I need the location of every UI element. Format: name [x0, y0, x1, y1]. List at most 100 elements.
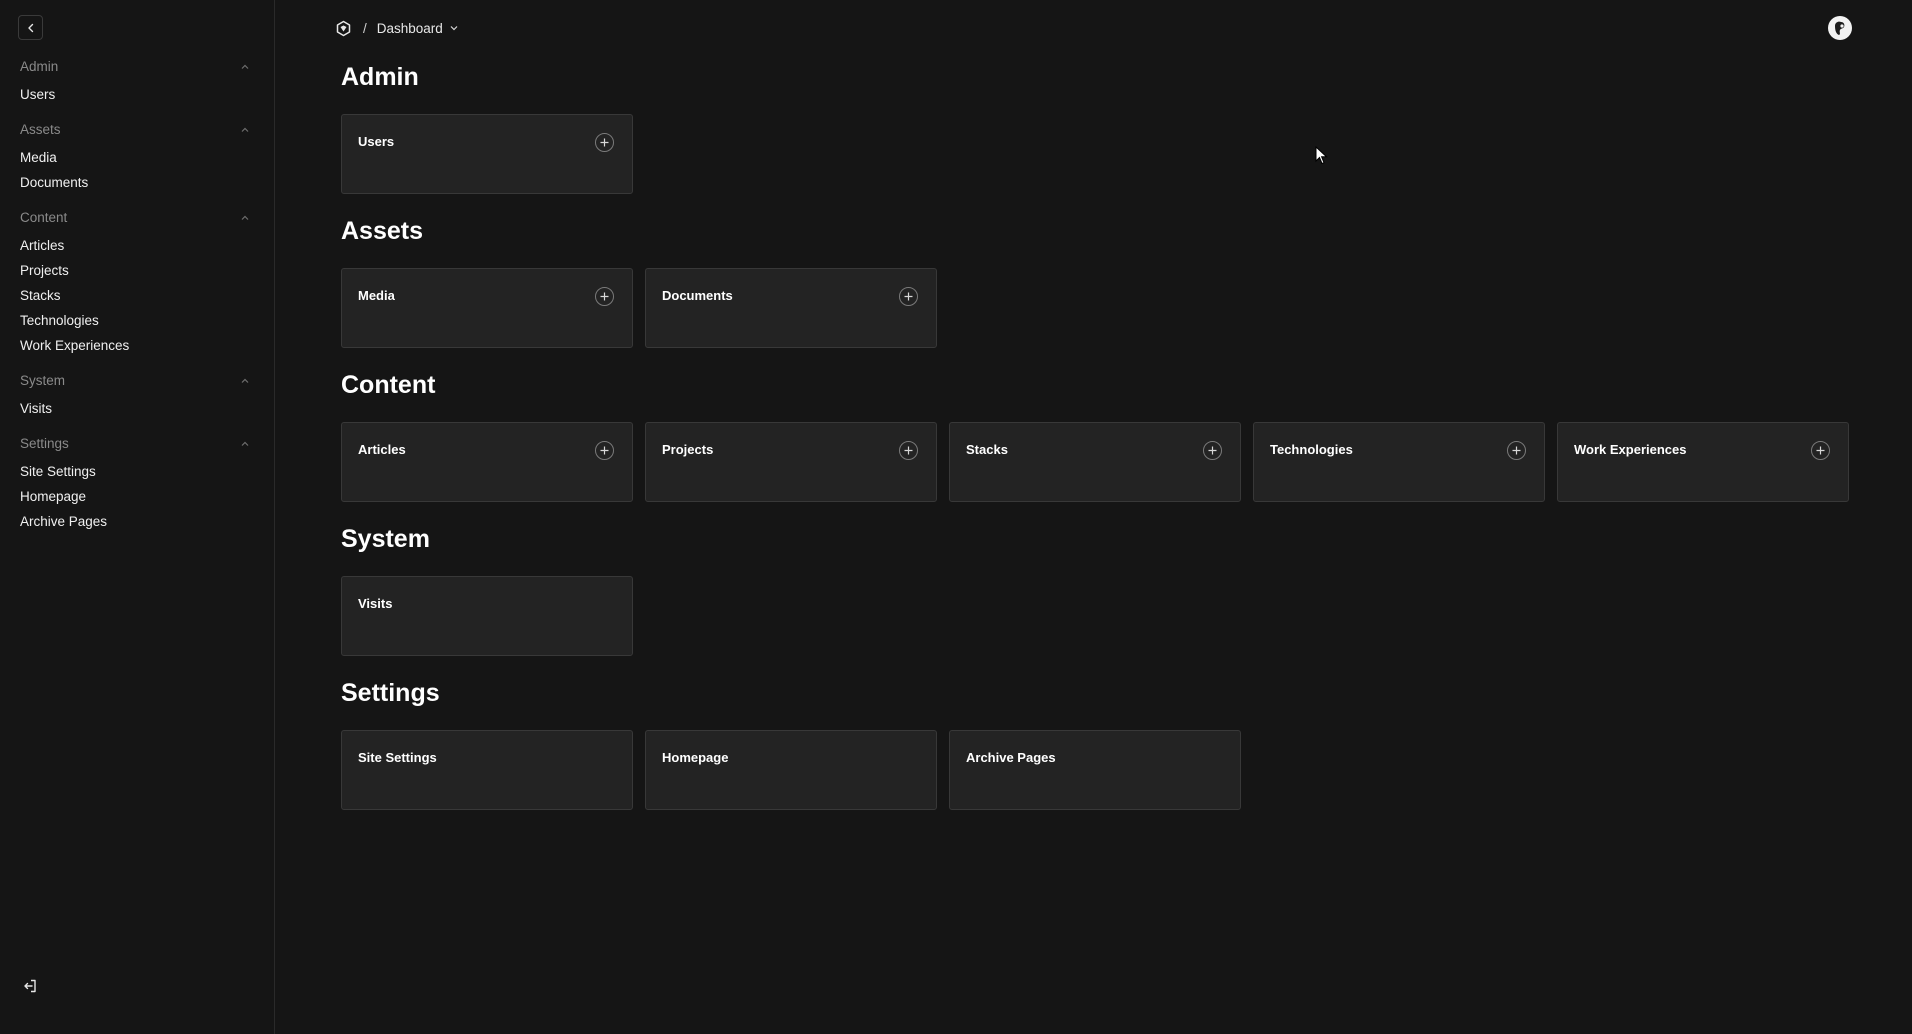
plus-icon: [600, 292, 609, 301]
card-row: Visits: [341, 576, 1861, 656]
card-title: Homepage: [662, 750, 729, 765]
avatar[interactable]: [1828, 16, 1852, 40]
section-admin: Admin Users: [341, 62, 1861, 194]
sidebar-group-label: Content: [20, 210, 68, 225]
chevron-up-icon: [241, 378, 249, 383]
sidebar-group-header[interactable]: Admin: [0, 54, 274, 79]
dashboard-dropdown[interactable]: Dashboard: [377, 21, 459, 36]
plus-icon: [1208, 446, 1217, 455]
add-projects-button[interactable]: [899, 441, 918, 460]
logo-icon[interactable]: [335, 19, 353, 37]
card-title: Work Experiences: [1574, 442, 1687, 457]
card-title: Documents: [662, 288, 733, 303]
card-title: Visits: [358, 596, 393, 611]
add-users-button[interactable]: [595, 133, 614, 152]
section-title: Content: [341, 371, 436, 399]
sidebar-group-admin: Admin Users: [0, 54, 274, 107]
sidebar-item-technologies[interactable]: Technologies: [0, 308, 274, 333]
add-stacks-button[interactable]: [1203, 441, 1222, 460]
sidebar-group-header[interactable]: Assets: [0, 117, 274, 142]
card-articles[interactable]: Articles: [341, 422, 633, 502]
add-articles-button[interactable]: [595, 441, 614, 460]
section-title: Settings: [341, 679, 440, 707]
sidebar-group-assets: Assets Media Documents: [0, 117, 274, 195]
dashboard-sections: Admin Users Assets Media Documents Conte…: [341, 62, 1861, 832]
card-title: Users: [358, 134, 395, 149]
card-visits[interactable]: Visits: [341, 576, 633, 656]
sidebar-group-label: Assets: [20, 122, 61, 137]
card-site-settings[interactable]: Site Settings: [341, 730, 633, 810]
add-documents-button[interactable]: [899, 287, 918, 306]
sidebar-group-header[interactable]: Content: [0, 205, 274, 230]
logout-icon: [24, 979, 36, 993]
sidebar-group-system: System Visits: [0, 368, 274, 421]
chevron-up-icon: [241, 441, 249, 446]
add-work-experiences-button[interactable]: [1811, 441, 1830, 460]
sidebar-group-label: System: [20, 373, 66, 388]
breadcrumb: / Dashboard: [335, 17, 459, 39]
section-system: System Visits: [341, 524, 1861, 656]
sidebar-item-users[interactable]: Users: [0, 82, 274, 107]
sidebar-group-content: Content Articles Projects Stacks Technol…: [0, 205, 274, 358]
sidebar-group-header[interactable]: System: [0, 368, 274, 393]
card-work-experiences[interactable]: Work Experiences: [1557, 422, 1849, 502]
plus-icon: [904, 446, 913, 455]
sidebar-item-work-experiences[interactable]: Work Experiences: [0, 333, 274, 358]
card-documents[interactable]: Documents: [645, 268, 937, 348]
sidebar-group-settings: Settings Site Settings Homepage Archive …: [0, 431, 274, 534]
sidebar: Admin Users Assets Media Documents Conte…: [0, 0, 275, 1034]
add-media-button[interactable]: [595, 287, 614, 306]
sidebar-item-articles[interactable]: Articles: [0, 233, 274, 258]
add-technologies-button[interactable]: [1507, 441, 1526, 460]
section-settings: Settings Site Settings Homepage Archive …: [341, 678, 1861, 810]
chevron-up-icon: [241, 64, 249, 69]
plus-icon: [600, 446, 609, 455]
card-row: Articles Projects Stacks Technologies Wo…: [341, 422, 1861, 502]
sidebar-item-media[interactable]: Media: [0, 145, 274, 170]
sidebar-item-stacks[interactable]: Stacks: [0, 283, 274, 308]
section-assets: Assets Media Documents: [341, 216, 1861, 348]
sidebar-item-projects[interactable]: Projects: [0, 258, 274, 283]
card-row: Users: [341, 114, 1861, 194]
card-media[interactable]: Media: [341, 268, 633, 348]
card-title: Stacks: [966, 442, 1008, 457]
card-users[interactable]: Users: [341, 114, 633, 194]
plus-icon: [904, 292, 913, 301]
app-root: Admin Users Assets Media Documents Conte…: [0, 0, 1912, 1034]
sidebar-item-visits[interactable]: Visits: [0, 396, 274, 421]
section-title: Assets: [341, 217, 423, 245]
section-title: System: [341, 525, 430, 553]
main-content: / Dashboard Admin Users Assets Media Doc…: [275, 0, 1912, 1034]
sidebar-group-header[interactable]: Settings: [0, 431, 274, 456]
card-row: Media Documents: [341, 268, 1861, 348]
user-avatar-icon: [1830, 18, 1850, 38]
card-title: Archive Pages: [966, 750, 1056, 765]
chevron-up-icon: [241, 127, 249, 132]
sidebar-group-label: Settings: [20, 436, 69, 451]
collapse-sidebar-button[interactable]: [18, 15, 43, 40]
sidebar-item-homepage[interactable]: Homepage: [0, 484, 274, 509]
plus-icon: [1512, 446, 1521, 455]
card-title: Media: [358, 288, 395, 303]
card-archive-pages[interactable]: Archive Pages: [949, 730, 1241, 810]
chevron-up-icon: [241, 215, 249, 220]
card-title: Technologies: [1270, 442, 1353, 457]
card-technologies[interactable]: Technologies: [1253, 422, 1545, 502]
breadcrumb-current-label: Dashboard: [376, 20, 443, 36]
card-projects[interactable]: Projects: [645, 422, 937, 502]
section-title: Admin: [341, 63, 419, 91]
sidebar-item-documents[interactable]: Documents: [0, 170, 274, 195]
sidebar-nav: Admin Users Assets Media Documents Conte…: [0, 54, 274, 544]
card-stacks[interactable]: Stacks: [949, 422, 1241, 502]
sidebar-item-site-settings[interactable]: Site Settings: [0, 459, 274, 484]
sidebar-item-archive-pages[interactable]: Archive Pages: [0, 509, 274, 534]
chevron-down-icon: [450, 26, 458, 31]
plus-icon: [1816, 446, 1825, 455]
chevron-left-icon: [27, 23, 33, 32]
logout-button[interactable]: [20, 976, 40, 996]
card-row: Site Settings Homepage Archive Pages: [341, 730, 1861, 810]
card-homepage[interactable]: Homepage: [645, 730, 937, 810]
section-content: Content Articles Projects Stacks Technol…: [341, 370, 1861, 502]
plus-icon: [600, 138, 609, 147]
card-title: Site Settings: [358, 750, 437, 765]
